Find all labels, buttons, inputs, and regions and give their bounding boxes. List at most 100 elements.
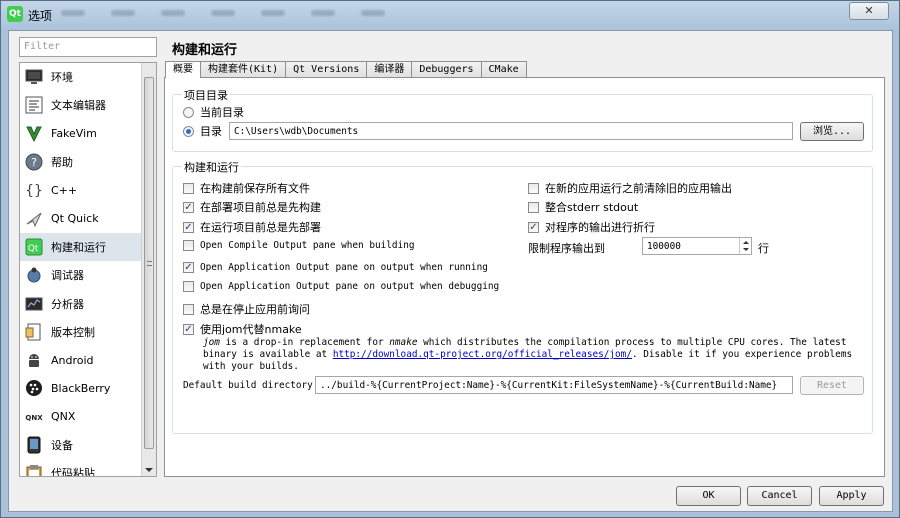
option-row[interactable]: ✓ 在运行项目前总是先部署: [183, 219, 321, 235]
category-label: 文本编辑器: [51, 99, 106, 113]
category-item[interactable]: 代码粘贴: [20, 459, 142, 476]
qt-quick-icon: [24, 209, 44, 229]
category-item[interactable]: BlackBerry: [20, 374, 142, 402]
output-limit-spinbox[interactable]: 100000: [642, 237, 752, 255]
tab-bar: 概要 构建套件(Kit) Qt Versions 编译器 Debuggers C…: [165, 61, 527, 78]
tab-qt-versions[interactable]: Qt Versions: [285, 61, 368, 77]
option-row[interactable]: ✓ 使用jom代替nmake: [183, 321, 302, 337]
category-item[interactable]: Android: [20, 346, 142, 374]
option-row[interactable]: 总是在停止应用前询问: [183, 301, 310, 317]
category-item[interactable]: QNX QNX: [20, 403, 142, 431]
category-label: 调试器: [51, 269, 84, 283]
filter-input[interactable]: Filter: [19, 37, 157, 57]
option-label: Open Application Output pane on output w…: [200, 262, 488, 273]
current-dir-radio-row[interactable]: 当前目录: [183, 104, 244, 120]
ok-button[interactable]: OK: [676, 486, 741, 506]
category-label: Android: [51, 353, 94, 367]
scroll-down-arrow-icon[interactable]: [145, 468, 153, 472]
title-bar[interactable]: Qt 选项 ✕: [1, 1, 899, 29]
cancel-button[interactable]: Cancel: [747, 486, 812, 506]
svg-text:Qt: Qt: [28, 244, 39, 254]
category-scrollbar[interactable]: [141, 63, 156, 476]
jom-term: jom: [203, 337, 220, 348]
option-row[interactable]: 在构建前保存所有文件: [183, 180, 310, 196]
limit-unit-row: 行: [758, 240, 769, 256]
option-row[interactable]: ✓ 对程序的输出进行折行: [528, 219, 655, 235]
wrap-output-checkbox[interactable]: ✓: [528, 221, 539, 233]
category-label: QNX: [51, 410, 76, 424]
default-build-dir-input[interactable]: ../build-%{CurrentProject:Name}-%{Curren…: [315, 376, 793, 394]
category-item[interactable]: Qt Quick: [20, 204, 142, 232]
default-build-dir-label: Default build directory:: [183, 380, 319, 391]
cpp-braces-icon: {}: [24, 180, 44, 200]
category-item[interactable]: 环境: [20, 63, 142, 91]
limit-unit: 行: [758, 242, 769, 255]
category-label: BlackBerry: [51, 381, 111, 395]
save-before-build-checkbox[interactable]: [183, 182, 194, 194]
limit-label: 限制程序输出到: [528, 242, 605, 255]
close-button[interactable]: ✕: [849, 2, 889, 20]
dir-radio[interactable]: [183, 125, 194, 137]
option-row[interactable]: 在新的应用运行之前清除旧的应用输出: [528, 180, 732, 196]
directory-input[interactable]: C:\Users\wdb\Documents: [229, 122, 793, 140]
option-row[interactable]: ✓ 在部署项目前总是先构建: [183, 199, 321, 215]
merge-stderr-stdout-checkbox[interactable]: [528, 201, 539, 213]
nmake-term: nmake: [389, 337, 418, 348]
group-title: 项目目录: [182, 87, 230, 103]
open-compile-output-checkbox[interactable]: [183, 240, 194, 251]
spinbox-arrows-icon[interactable]: [739, 238, 751, 254]
use-jom-checkbox[interactable]: ✓: [183, 323, 194, 335]
option-label: 使用jom代替nmake: [200, 323, 302, 336]
open-app-output-debugging-checkbox[interactable]: [183, 281, 194, 292]
option-row[interactable]: 整合stderr stdout: [528, 199, 638, 215]
option-row[interactable]: Open Application Output pane on output w…: [183, 281, 499, 292]
deploy-before-run-checkbox[interactable]: ✓: [183, 221, 194, 233]
open-app-output-running-checkbox[interactable]: ✓: [183, 262, 194, 273]
qnx-icon: QNX: [24, 407, 44, 427]
build-before-deploy-checkbox[interactable]: ✓: [183, 201, 194, 213]
monitor-icon: [24, 67, 44, 87]
current-dir-radio[interactable]: [183, 106, 194, 118]
clean-old-output-checkbox[interactable]: [528, 182, 539, 194]
current-dir-label: 当前目录: [200, 106, 244, 119]
default-build-dir-row: Default build directory:: [183, 380, 318, 391]
dir-label: 目录: [200, 125, 222, 138]
text-editor-icon: [24, 95, 44, 115]
window-frame: Qt 选项 ✕ Filter 环境 文本编辑器 FakeVim ? 帮助 {} …: [0, 0, 900, 518]
tab-kits[interactable]: 构建套件(Kit): [200, 61, 287, 77]
option-row[interactable]: Open Compile Output pane when building: [183, 240, 414, 251]
dir-radio-row[interactable]: 目录: [183, 123, 222, 139]
category-label: C++: [51, 183, 78, 197]
jom-download-link[interactable]: http://download.qt-project.org/official_…: [333, 349, 632, 360]
option-row[interactable]: ✓ Open Application Output pane on output…: [183, 262, 488, 273]
reset-button[interactable]: Reset: [800, 376, 864, 395]
limit-value: 100000: [647, 241, 681, 252]
tab-debuggers[interactable]: Debuggers: [411, 61, 482, 77]
category-label: 环境: [51, 71, 73, 85]
jom-description: jom is a drop-in replacement for nmake w…: [203, 337, 868, 373]
category-label: 帮助: [51, 156, 73, 170]
jom-text-1: is a drop-in replacement for: [219, 337, 390, 348]
category-label: Qt Quick: [51, 212, 99, 226]
tab-general[interactable]: 概要: [165, 61, 201, 78]
prompt-before-stop-checkbox[interactable]: [183, 303, 194, 315]
option-label: Open Application Output pane on output w…: [200, 281, 500, 292]
fakevim-icon: [24, 124, 44, 144]
category-item[interactable]: 分析器: [20, 289, 142, 317]
limit-label-row: 限制程序输出到: [528, 240, 605, 256]
option-label: 对程序的输出进行折行: [545, 221, 655, 234]
category-item[interactable]: ? 帮助: [20, 148, 142, 176]
browse-button[interactable]: 浏览...: [800, 122, 864, 141]
category-item[interactable]: {} C++: [20, 176, 142, 204]
category-item-selected[interactable]: Qt 构建和运行: [20, 232, 142, 262]
tab-compilers[interactable]: 编译器: [366, 61, 413, 77]
tab-panel-general: 项目目录 当前目录 目录 C:\Users\wdb\Documents 浏览..…: [164, 77, 885, 477]
apply-button[interactable]: Apply: [819, 486, 884, 506]
category-item[interactable]: 设备: [20, 431, 142, 459]
category-item[interactable]: 文本编辑器: [20, 91, 142, 119]
scrollbar-thumb[interactable]: [144, 77, 154, 449]
category-item[interactable]: 调试器: [20, 261, 142, 289]
tab-cmake[interactable]: CMake: [480, 61, 527, 77]
category-item[interactable]: FakeVim: [20, 120, 142, 148]
category-item[interactable]: 版本控制: [20, 318, 142, 346]
